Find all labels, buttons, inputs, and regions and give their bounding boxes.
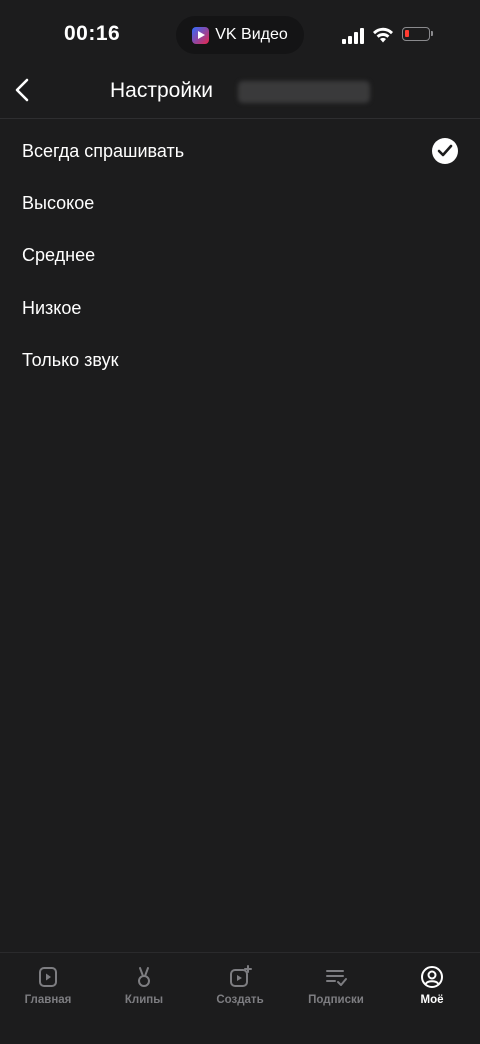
tab-mine[interactable]: Моё <box>384 953 480 1044</box>
option-label: Всегда спрашивать <box>22 140 185 161</box>
tab-label: Подписки <box>308 994 364 1006</box>
redacted-title-suffix <box>238 81 370 103</box>
option-high[interactable]: Высокое <box>0 177 480 229</box>
option-audio-only[interactable]: Только звук <box>0 334 480 386</box>
wifi-icon <box>373 27 393 43</box>
back-button[interactable] <box>4 70 40 110</box>
option-label: Высокое <box>22 192 95 213</box>
create-video-icon <box>230 965 252 987</box>
quality-options-list: Всегда спрашивать Высокое Среднее Низкое… <box>0 125 480 386</box>
status-bar: 00:16 VK Видео <box>0 0 480 70</box>
option-label: Среднее <box>22 245 96 266</box>
tab-label: Клипы <box>124 994 164 1006</box>
clips-icon <box>138 967 150 987</box>
tab-subscriptions[interactable]: Подписки <box>288 953 384 1044</box>
bottom-tab-bar: Главная Клипы Создать Подписки Моё <box>0 952 480 1044</box>
option-always-ask[interactable]: Всегда спрашивать <box>0 125 480 177</box>
app-indicator-pill[interactable]: VK Видео <box>176 16 304 54</box>
option-low[interactable]: Низкое <box>0 282 480 334</box>
cellular-signal-icon <box>342 28 364 44</box>
profile-icon <box>421 966 443 988</box>
tab-label: Моё <box>420 994 444 1006</box>
option-medium[interactable]: Среднее <box>0 230 480 282</box>
option-label: Только звук <box>22 349 119 370</box>
tab-home[interactable]: Главная <box>0 953 96 1044</box>
header: Настройки <box>0 70 480 119</box>
page-title: Настройки <box>110 79 213 102</box>
tab-clips[interactable]: Клипы <box>96 953 192 1044</box>
battery-icon <box>402 27 433 41</box>
app-name: VK Видео <box>215 26 288 43</box>
vk-video-logo-icon <box>192 26 210 44</box>
play-square-icon <box>39 967 57 987</box>
tab-label: Главная <box>24 994 72 1006</box>
checkmark-icon <box>432 138 458 165</box>
option-label: Низкое <box>22 297 82 318</box>
subscriptions-icon <box>326 970 347 986</box>
chevron-left-icon <box>15 78 29 102</box>
battery-level <box>405 30 409 37</box>
status-time: 00:16 <box>64 22 121 45</box>
tab-create[interactable]: Создать <box>192 953 288 1044</box>
tab-label: Создать <box>216 994 264 1006</box>
